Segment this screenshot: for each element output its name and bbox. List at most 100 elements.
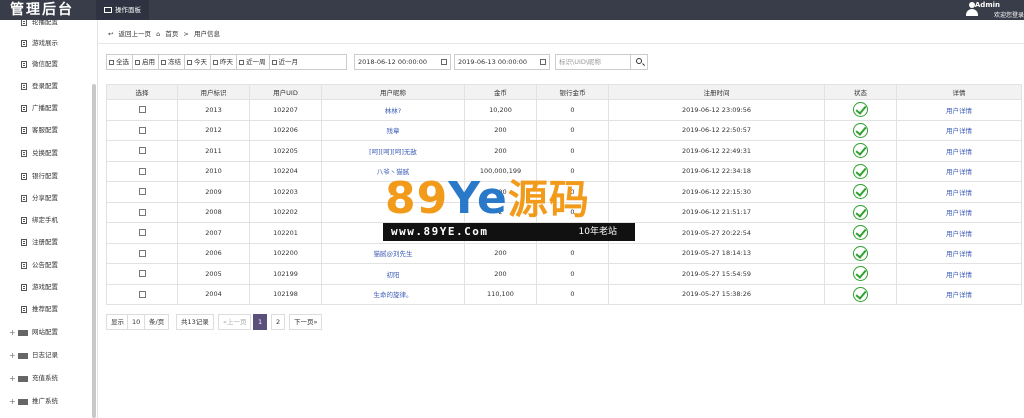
- sidebar-item-exchange[interactable]: 兑换配置: [0, 143, 94, 164]
- cell-status: [824, 201, 897, 223]
- sidebar-scrollbar[interactable]: [92, 84, 96, 418]
- enable-button[interactable]: 启用: [133, 55, 159, 69]
- status-check-icon[interactable]: [853, 266, 868, 282]
- page-2-button[interactable]: 2: [271, 314, 286, 330]
- action-button-group: 全选 启用 冻结 今天 昨天 近一周 近一月: [106, 54, 347, 70]
- user-detail-link[interactable]: 用户详情: [896, 181, 1022, 203]
- row-select-checkbox[interactable]: [106, 201, 178, 223]
- checkbox[interactable]: [138, 188, 146, 196]
- sidebar-group-site[interactable]: + 网站配置: [0, 322, 94, 343]
- status-check-icon[interactable]: [853, 245, 868, 261]
- yesterday-button[interactable]: 昨天: [211, 55, 237, 69]
- status-check-icon[interactable]: [853, 286, 868, 302]
- col-header-bank-gold: 银行金币: [536, 84, 609, 100]
- checkbox[interactable]: [138, 270, 146, 278]
- sidebar-item-register[interactable]: 注册配置: [0, 232, 94, 253]
- sidebar-item-wechat[interactable]: 微信配置: [0, 54, 94, 75]
- end-date-input[interactable]: 2019-06-13 00:00:00: [454, 54, 550, 70]
- sidebar-group-recharge[interactable]: + 充值系统: [0, 368, 94, 389]
- user-detail-link[interactable]: 用户详情: [896, 160, 1022, 182]
- cell-nickname[interactable]: [呵][呵][呵]无敌: [321, 140, 465, 162]
- app-logo[interactable]: 管理后台: [0, 0, 96, 20]
- sidebar-group-promo[interactable]: + 推广系统: [0, 391, 94, 412]
- user-detail-link[interactable]: 用户详情: [896, 99, 1022, 121]
- status-check-icon[interactable]: [853, 225, 868, 241]
- last-week-button[interactable]: 近一周: [237, 55, 270, 69]
- cell-nickname[interactable]: 初阳: [321, 263, 465, 285]
- col-header-status: 状态: [824, 84, 897, 100]
- sidebar-item-service[interactable]: 客服配置: [0, 120, 94, 141]
- user-detail-link[interactable]: 用户详情: [896, 222, 1022, 244]
- sidebar-item-referral[interactable]: 推荐配置: [0, 299, 94, 320]
- checkbox[interactable]: [138, 229, 146, 237]
- status-check-icon[interactable]: [853, 184, 868, 200]
- cell-gold: 10,200: [464, 99, 537, 121]
- checkbox[interactable]: [138, 147, 146, 155]
- next-page-button[interactable]: 下一页»: [289, 314, 323, 330]
- user-detail-link[interactable]: 用户详情: [896, 263, 1022, 285]
- sidebar-item-games[interactable]: 游戏展示: [0, 33, 94, 54]
- search-input[interactable]: 标识\UID\昵称: [555, 54, 631, 70]
- status-check-icon[interactable]: [853, 204, 868, 220]
- user-welcome-link[interactable]: 欢迎您登录: [994, 10, 1024, 19]
- status-check-icon[interactable]: [853, 122, 868, 138]
- page-1-button[interactable]: 1: [253, 314, 268, 330]
- row-select-checkbox[interactable]: [106, 283, 178, 305]
- status-check-icon[interactable]: [853, 102, 868, 118]
- user-detail-link[interactable]: 用户详情: [896, 283, 1022, 305]
- start-date-input[interactable]: 2018-06-12 00:00:00: [354, 54, 451, 70]
- last-month-button[interactable]: 近一月: [270, 55, 302, 69]
- cell-user-id: 2009: [177, 181, 250, 203]
- status-check-icon[interactable]: [853, 163, 868, 179]
- checkbox[interactable]: [138, 290, 146, 298]
- sidebar-item-login[interactable]: 登录配置: [0, 76, 94, 97]
- sidebar-group-logs[interactable]: + 日志记录: [0, 345, 94, 366]
- status-check-icon[interactable]: [853, 143, 868, 159]
- sidebar-item-phone[interactable]: 绑定手机: [0, 210, 94, 231]
- row-select-checkbox[interactable]: [106, 160, 178, 182]
- user-detail-link[interactable]: 用户详情: [896, 242, 1022, 264]
- cell-register-time: 2019-06-12 22:15:30: [608, 181, 825, 203]
- sidebar-item-game-config[interactable]: 游戏配置: [0, 277, 94, 298]
- row-select-checkbox[interactable]: [106, 222, 178, 244]
- watermark: 89Ye源码 www.89YE.Com 10年老站: [383, 175, 635, 245]
- watermark-url: www.89YE.Com: [391, 225, 489, 238]
- checkbox[interactable]: [138, 249, 146, 257]
- user-detail-link[interactable]: 用户详情: [896, 119, 1022, 141]
- tab-dashboard[interactable]: 操作面板: [96, 0, 149, 20]
- row-select-checkbox[interactable]: [106, 263, 178, 285]
- row-select-checkbox[interactable]: [106, 181, 178, 203]
- sidebar-item-broadcast[interactable]: 广播配置: [0, 98, 94, 119]
- page-size-input[interactable]: 10: [127, 314, 146, 330]
- calendar-icon: [540, 59, 546, 65]
- home-link[interactable]: 首页: [165, 30, 178, 38]
- today-button[interactable]: 今天: [185, 55, 211, 69]
- checkbox[interactable]: [138, 106, 146, 114]
- back-link[interactable]: 返回上一页: [119, 30, 152, 38]
- user-name[interactable]: Admin: [975, 1, 1000, 9]
- sidebar-item-notice[interactable]: 公告配置: [0, 255, 94, 276]
- page-icon: [21, 173, 27, 180]
- sidebar-item-carousel[interactable]: 轮播配置: [0, 20, 94, 33]
- cell-nickname[interactable]: 生命的旋律。: [321, 283, 465, 305]
- user-detail-link[interactable]: 用户详情: [896, 201, 1022, 223]
- page-icon: [21, 284, 27, 291]
- select-all-button[interactable]: 全选: [107, 55, 133, 69]
- user-detail-link[interactable]: 用户详情: [896, 140, 1022, 162]
- cell-nickname[interactable]: 林林?: [321, 99, 465, 121]
- cell-nickname[interactable]: 残章: [321, 119, 465, 141]
- cell-nickname[interactable]: 猫腻@刘先生: [321, 242, 465, 264]
- sidebar-item-share[interactable]: 分享配置: [0, 188, 94, 209]
- row-select-checkbox[interactable]: [106, 242, 178, 264]
- row-select-checkbox[interactable]: [106, 140, 178, 162]
- search-button[interactable]: [630, 54, 648, 70]
- cell-user-id: 2013: [177, 99, 250, 121]
- checkbox[interactable]: [138, 167, 146, 175]
- checkbox[interactable]: [138, 208, 146, 216]
- row-select-checkbox[interactable]: [106, 119, 178, 141]
- sidebar-item-bank[interactable]: 银行配置: [0, 166, 94, 187]
- row-select-checkbox[interactable]: [106, 99, 178, 121]
- checkbox[interactable]: [138, 126, 146, 134]
- prev-page-button[interactable]: «上一页: [218, 314, 252, 330]
- freeze-button[interactable]: 冻结: [159, 55, 185, 69]
